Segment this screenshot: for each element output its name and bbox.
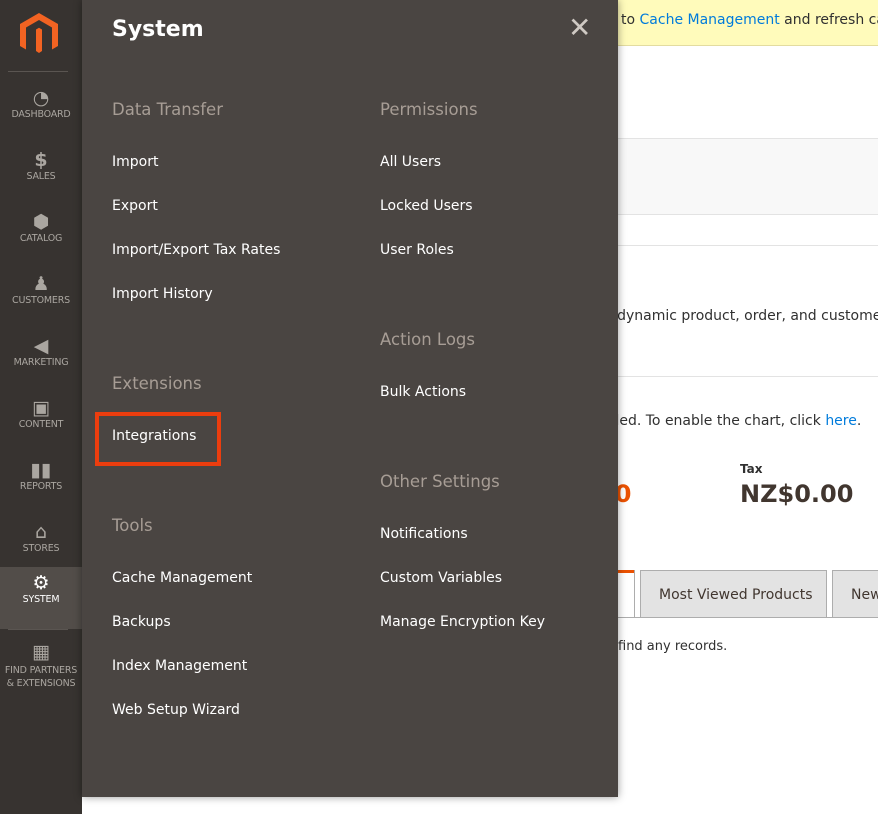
menu-item-locked-users[interactable]: Locked Users: [380, 198, 473, 214]
menu-item-bulk-actions[interactable]: Bulk Actions: [380, 384, 466, 400]
menu-item-index-management[interactable]: Index Management: [112, 658, 247, 674]
nav-reports[interactable]: ▮▮ REPORTS: [0, 454, 82, 516]
tab-most-viewed-products[interactable]: Most Viewed Products: [640, 570, 827, 618]
section-other-settings: Other Settings: [380, 472, 500, 491]
bar-chart-icon: ▮▮: [30, 459, 52, 481]
megaphone-icon: ◀: [33, 335, 49, 357]
section-extensions: Extensions: [112, 374, 202, 393]
menu-item-user-roles[interactable]: User Roles: [380, 242, 454, 258]
gear-icon: ⚙: [32, 572, 50, 594]
section-action-logs: Action Logs: [380, 330, 475, 349]
menu-item-cache-management[interactable]: Cache Management: [112, 570, 252, 586]
tax-label: Tax: [740, 462, 763, 476]
menu-item-import[interactable]: Import: [112, 154, 158, 170]
layout-icon: ▣: [32, 397, 50, 419]
nav-content[interactable]: ▣ CONTENT: [0, 392, 82, 454]
menu-item-integrations[interactable]: Integrations: [112, 428, 196, 444]
section-permissions: Permissions: [380, 100, 478, 119]
chart-disabled-text: abled. To enable the chart, click here.: [598, 413, 862, 429]
divider: [8, 71, 68, 72]
menu-item-backups[interactable]: Backups: [112, 614, 171, 630]
no-records-text: find any records.: [618, 639, 728, 654]
divider: [8, 629, 68, 630]
menu-item-all-users[interactable]: All Users: [380, 154, 441, 170]
menu-item-notifications[interactable]: Notifications: [380, 526, 468, 542]
enable-chart-link[interactable]: here: [825, 413, 857, 429]
dollar-icon: $: [34, 149, 48, 171]
menu-title: System: [112, 17, 204, 42]
dashboard-icon: ◔: [32, 87, 50, 109]
intro-text: ur dynamic product, order, and customer: [598, 308, 878, 324]
system-menu-flyout: System ✕ Data Transfer Import Export Imp…: [82, 0, 618, 797]
menu-item-import-export-tax-rates[interactable]: Import/Export Tax Rates: [112, 242, 280, 258]
nav-find-partners[interactable]: ▦ FIND PARTNERS & EXTENSIONS: [0, 636, 82, 694]
menu-item-manage-encryption-key[interactable]: Manage Encryption Key: [380, 614, 545, 630]
tax-value: NZ$0.00: [740, 480, 854, 508]
menu-item-custom-variables[interactable]: Custom Variables: [380, 570, 502, 586]
lego-icon: ▦: [32, 641, 50, 663]
storefront-icon: ⌂: [34, 521, 48, 543]
page-actions-bar: [618, 138, 878, 215]
divider: [618, 245, 878, 246]
nav-customers[interactable]: ♟ CUSTOMERS: [0, 268, 82, 330]
box-icon: ⬢: [32, 211, 50, 233]
section-tools: Tools: [112, 516, 153, 535]
divider: [600, 617, 878, 618]
menu-item-import-history[interactable]: Import History: [112, 286, 213, 302]
tab-border: [634, 570, 635, 618]
divider: [618, 376, 878, 377]
admin-sidebar: ◔ DASHBOARD $ SALES ⬢ CATALOG ♟ CUSTOMERS ◀ M…: [0, 0, 82, 814]
menu-item-web-setup-wizard[interactable]: Web Setup Wizard: [112, 702, 240, 718]
nav-system[interactable]: ⚙ SYSTEM: [0, 567, 82, 629]
tab-new[interactable]: New: [832, 570, 878, 618]
nav-catalog[interactable]: ⬢ CATALOG: [0, 206, 82, 268]
cache-management-link[interactable]: Cache Management: [640, 12, 780, 28]
nav-marketing[interactable]: ◀ MARKETING: [0, 330, 82, 392]
nav-sales[interactable]: $ SALES: [0, 144, 82, 206]
nav-dashboard[interactable]: ◔ DASHBOARD: [0, 82, 82, 144]
close-icon[interactable]: ✕: [568, 14, 591, 42]
section-data-transfer: Data Transfer: [112, 100, 223, 119]
menu-item-export[interactable]: Export: [112, 198, 158, 214]
person-icon: ♟: [32, 273, 50, 295]
system-message-banner: to Cache Management and refresh cach: [618, 0, 878, 46]
magento-logo-icon[interactable]: [20, 13, 58, 53]
